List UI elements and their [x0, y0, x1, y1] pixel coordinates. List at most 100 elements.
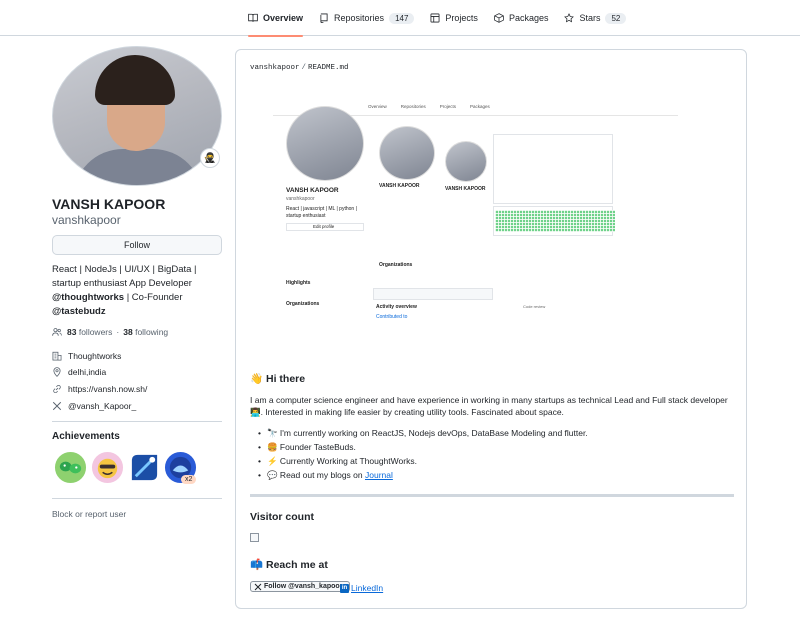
blogs-text: 💬 Read out my blogs on: [266, 470, 365, 480]
reach-me-heading: 📫 Reach me at: [250, 559, 328, 571]
shot-name-3: VANSH KAPOOR: [445, 186, 486, 192]
linkedin-icon: in: [340, 583, 349, 593]
shot-name: VANSH KAPOOR: [286, 187, 339, 194]
twitter-follow-button[interactable]: Follow @vansh_kapoor_: [250, 581, 351, 592]
block-report-link[interactable]: Block or report user: [52, 509, 126, 519]
stars-count: 52: [605, 12, 627, 24]
profile-tabbar: Overview Repositories 147 Projects Packa…: [0, 0, 800, 37]
following-count: 38: [123, 327, 133, 337]
shot-pinned-box: [493, 134, 613, 204]
twitter-follow-label: Follow @vansh_kapoor_: [264, 583, 347, 590]
avatar-hair: [95, 55, 175, 105]
achievement-starstruck-badge[interactable]: [128, 451, 161, 484]
shot-avatar-large: [286, 106, 364, 181]
shot-orgs: Organizations: [286, 301, 320, 307]
followers-count: 83: [67, 327, 77, 337]
readme-hi-heading: 👋 Hi there: [250, 373, 306, 385]
profile-bio: React | NodeJs | UI/UX | BigData | start…: [52, 263, 222, 319]
bio-org-tastebudz[interactable]: @tastebudz: [52, 306, 106, 317]
shot-activity: Activity overview: [376, 304, 417, 310]
achievement-multiplier: x2: [181, 475, 197, 484]
tab-stars[interactable]: Stars 52: [564, 0, 627, 36]
follow-stats: 83 followers · 38 following: [52, 327, 168, 337]
sidebar-divider-2: [52, 498, 222, 499]
shot-code-review: Code review: [523, 304, 546, 309]
visitor-count-image: [250, 533, 259, 542]
shot-orgs-2: Organizations: [379, 262, 413, 268]
shot-avatar-medium: [379, 126, 435, 180]
link-icon: [53, 385, 61, 393]
star-icon: [564, 13, 575, 23]
tab-overview[interactable]: Overview: [248, 0, 304, 37]
following-link[interactable]: 38 following: [123, 327, 168, 337]
profile-username: vanshkapoor: [52, 213, 121, 227]
follow-button[interactable]: Follow: [52, 235, 222, 255]
status-emoji-button[interactable]: 🥷: [200, 148, 220, 168]
package-icon: [494, 13, 504, 23]
website-link[interactable]: https://vansh.now.sh/: [68, 384, 147, 394]
readme-list-item: 💬 Read out my blogs on Journal: [258, 470, 393, 481]
achievements-title: Achievements: [52, 431, 120, 442]
readme-screenshot-image: Overview Repositories Projects Packages …: [273, 98, 678, 324]
shot-name-2: VANSH KAPOOR: [379, 183, 420, 189]
repositories-count: 147: [389, 12, 415, 24]
readme-card: vanshkapoor / README.md Overview Repositor…: [235, 49, 747, 609]
tab-repositories-label: Repositories: [334, 13, 385, 23]
shot-edit: Edit profile: [313, 224, 335, 229]
tab-packages-label: Packages: [508, 13, 549, 23]
shot-contributed: Contributed to: [376, 314, 408, 320]
shot-tab-projects: Projects: [439, 104, 457, 109]
shot-org-filter: [373, 288, 493, 300]
dot-separator: ·: [116, 327, 120, 337]
visitor-count-heading: Visitor count: [250, 511, 314, 523]
following-label: following: [135, 327, 169, 337]
linkedin-label: LinkedIn: [351, 583, 384, 593]
shot-contribution-graph: [495, 210, 615, 232]
shot-user: vanshkapoor: [286, 196, 315, 202]
location-text: delhi,india: [68, 367, 107, 377]
profile-location: delhi,india: [52, 367, 106, 377]
location-icon: [53, 367, 61, 377]
tab-repositories[interactable]: Repositories 147: [319, 0, 415, 36]
breadcrumb-user-link[interactable]: vanshkapoor: [250, 64, 300, 72]
company-text: Thoughtworks: [68, 351, 122, 361]
shot-avatar-small: [445, 141, 487, 182]
tab-packages[interactable]: Packages: [494, 0, 549, 36]
breadcrumb-file: README.md: [308, 64, 349, 72]
profile-company: Thoughtworks: [52, 351, 121, 361]
readme-breadcrumb: vanshkapoor / README.md: [250, 64, 349, 72]
readme-list-item: 🍔 Founder TasteBuds.: [258, 442, 356, 453]
shot-tab-repos: Repositories: [400, 104, 426, 109]
tab-overview-label: Overview: [263, 13, 304, 23]
shot-tabs: Overview Repositories Projects Packages: [368, 104, 490, 109]
profile-website: https://vansh.now.sh/: [52, 384, 147, 394]
readme-intro: I am a computer science engineer and hav…: [250, 395, 728, 417]
breadcrumb-separator: /: [301, 64, 307, 72]
profile-tabs: Overview Repositories 147 Projects Packa…: [248, 0, 642, 37]
x-logo-icon: [52, 401, 62, 411]
journal-link[interactable]: Journal: [365, 470, 393, 480]
book-icon: [248, 13, 258, 22]
profile-twitter: @vansh_Kapoor_: [52, 401, 136, 411]
linkedin-link[interactable]: in LinkedIn: [340, 583, 383, 593]
bio-cofounder: | Co-Founder: [124, 292, 183, 303]
achievement-yolo-badge[interactable]: [91, 451, 124, 484]
shot-highlights: Highlights: [286, 280, 311, 286]
followers-link[interactable]: 83 followers: [67, 327, 112, 337]
bio-org-thoughtworks[interactable]: @thoughtworks: [52, 292, 124, 303]
achievement-pair-extraordinaire-badge[interactable]: [54, 451, 87, 484]
readme-list-item: ⚡ Currently Working at ThoughtWorks.: [258, 456, 417, 467]
shot-bio: React | javascript | ML | python |: [286, 206, 357, 212]
table-icon: [430, 13, 440, 23]
sidebar-divider: [52, 421, 222, 422]
profile-full-name: VANSH KAPOOR: [52, 196, 166, 212]
shot-tab-overview: Overview: [368, 104, 387, 109]
people-icon: [52, 328, 62, 336]
avatar[interactable]: [52, 46, 222, 186]
bio-text: React | NodeJs | UI/UX | BigData | start…: [52, 264, 197, 289]
twitter-link[interactable]: @vansh_Kapoor_: [68, 401, 136, 411]
readme-list-item: 🔭 I'm currently working on ReactJS, Node…: [258, 428, 588, 439]
shot-tab-packages: Packages: [470, 104, 490, 109]
avatar-shirt: [73, 149, 203, 185]
tab-projects[interactable]: Projects: [430, 0, 478, 36]
